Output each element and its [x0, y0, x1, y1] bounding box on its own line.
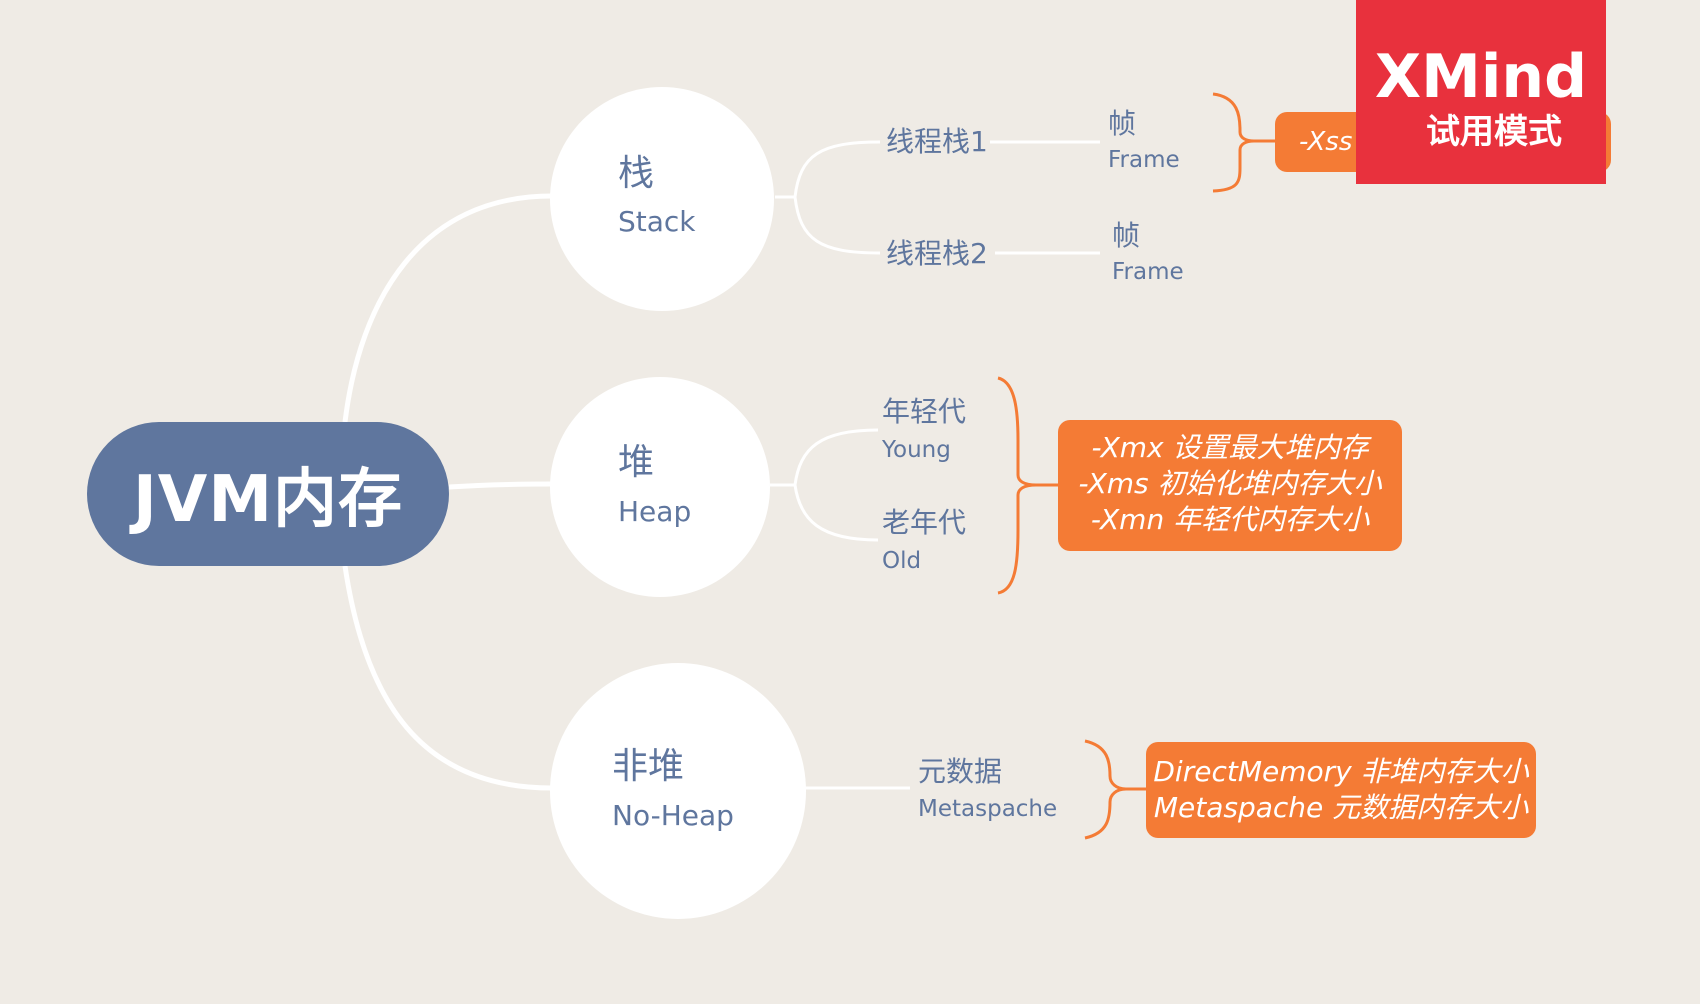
connector-stack-thread2 [793, 196, 881, 255]
watermark-subtitle: 试用模式 [1426, 112, 1562, 152]
young-gen-zh[interactable]: 年轻代 [882, 396, 966, 428]
frame-1-en: Frame [1108, 147, 1180, 173]
stack-label-zh: 栈 [618, 153, 655, 194]
metaspace-en: Metaspache [918, 796, 1058, 822]
xmind-trial-watermark: XMind 试用模式 [1356, 0, 1606, 184]
nonheap-note-box[interactable]: DirectMemory 非堆内存大小 Metaspache 元数据内存大小 [1146, 742, 1536, 838]
connector-root-heap [448, 481, 553, 490]
nonheap-label-en: No-Heap [612, 799, 734, 832]
nonheap-note-line-1: DirectMemory 非堆内存大小 [1153, 755, 1529, 788]
nonheap-label-zh: 非堆 [612, 746, 685, 787]
thread-stack-2[interactable]: 线程栈2 [886, 238, 988, 270]
connector-heap-old [793, 484, 879, 542]
root-node[interactable]: JVM内存 [87, 422, 449, 566]
heap-note-line-3: -Xmn 年轻代内存大小 [1090, 503, 1370, 536]
heap-note-box[interactable]: -Xmx 设置最大堆内存 -Xms 初始化堆内存大小 -Xmn 年轻代内存大小 [1058, 420, 1402, 551]
mindmap-canvas: JVM内存 栈 Stack 堆 Heap 非堆 No-Heap 线程栈1 线程栈… [0, 0, 1700, 1004]
frame-2-en: Frame [1112, 259, 1184, 285]
heap-brace [997, 376, 1037, 595]
frame-2-zh[interactable]: 帧 [1112, 220, 1140, 252]
heap-note-line-1: -Xmx 设置最大堆内存 [1091, 431, 1369, 464]
stack-label-en: Stack [618, 205, 696, 238]
nonheap-brace [1084, 739, 1127, 840]
metaspace-zh[interactable]: 元数据 [918, 756, 1002, 788]
root-label: JVM内存 [132, 463, 404, 537]
heap-label-en: Heap [618, 495, 692, 528]
nonheap-node[interactable] [550, 663, 806, 919]
heap-label-zh: 堆 [618, 442, 655, 483]
watermark-title: XMind [1374, 42, 1588, 112]
connector-heap-young [770, 428, 879, 487]
old-gen-en: Old [882, 548, 922, 574]
frame-1-zh[interactable]: 帧 [1108, 108, 1136, 140]
connector-root-nonheap [342, 565, 553, 791]
connector-root-stack [342, 193, 553, 423]
stack-node[interactable] [550, 87, 774, 311]
old-gen-zh[interactable]: 老年代 [882, 507, 966, 539]
thread-stack-1[interactable]: 线程栈1 [886, 126, 988, 158]
young-gen-en: Young [882, 437, 951, 463]
connector-stack-thread1 [775, 140, 881, 199]
stack-frame-brace [1212, 92, 1255, 193]
nonheap-note-line-2: Metaspache 元数据内存大小 [1153, 791, 1529, 824]
heap-node[interactable] [550, 377, 770, 597]
heap-note-line-2: -Xms 初始化堆内存大小 [1078, 467, 1382, 500]
